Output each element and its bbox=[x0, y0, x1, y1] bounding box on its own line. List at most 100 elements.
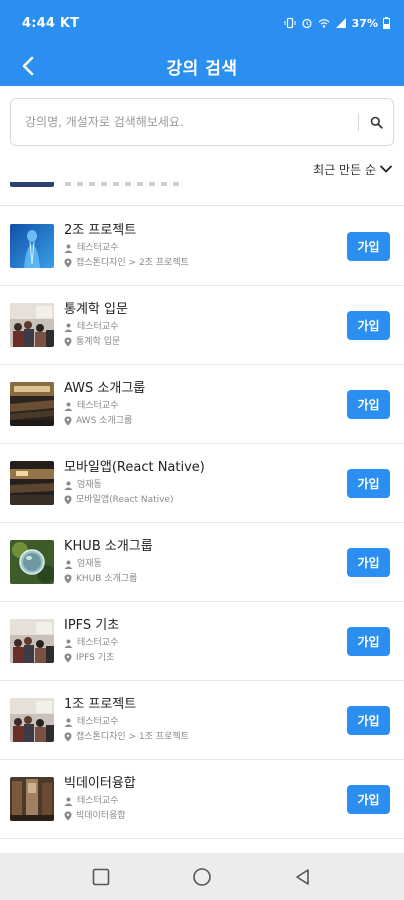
location-pin-icon bbox=[64, 653, 72, 663]
person-icon bbox=[64, 244, 73, 253]
battery-icon bbox=[383, 17, 390, 29]
back-nav-button[interactable] bbox=[288, 862, 318, 892]
course-path: 모바일앱(React Native) bbox=[76, 495, 174, 505]
course-owner-row: 엄재동 bbox=[64, 479, 334, 491]
join-button[interactable]: 가입 bbox=[347, 548, 390, 577]
join-button[interactable]: 가입 bbox=[347, 706, 390, 735]
course-thumbnail bbox=[10, 698, 54, 742]
location-pin-icon bbox=[64, 495, 72, 505]
course-path: 캡스톤디자인 > 1조 프로젝트 bbox=[76, 732, 189, 742]
person-icon bbox=[64, 639, 73, 648]
person-icon bbox=[64, 323, 73, 332]
location-pin-icon bbox=[64, 337, 72, 347]
course-thumbnail bbox=[10, 461, 54, 505]
course-path-row: 모바일앱(React Native) bbox=[64, 494, 334, 506]
person-icon bbox=[64, 481, 73, 490]
course-path: KHUB 소개그룹 bbox=[76, 574, 138, 584]
status-icons: 37% bbox=[284, 17, 390, 30]
course-path-row: IPFS 기초 bbox=[64, 652, 334, 664]
course-thumbnail bbox=[10, 303, 54, 347]
course-info: 모바일앱(React Native) 엄재동 모바일앱(React Native) bbox=[64, 459, 334, 506]
text-partial bbox=[65, 182, 185, 186]
person-icon bbox=[64, 402, 73, 411]
course-list: 2조 프로젝트 테스터교수 캡스톤디자인 > 2조 프로젝트 가입 통계학 입문 테스터교… bbox=[0, 207, 404, 839]
course-path: 통계학 입문 bbox=[76, 337, 121, 347]
join-button[interactable]: 가입 bbox=[347, 232, 390, 261]
course-owner-row: 테스터교수 bbox=[64, 716, 334, 728]
sort-dropdown[interactable]: 최근 만든 순 bbox=[313, 158, 392, 180]
location-pin-icon bbox=[64, 811, 72, 821]
search-bar bbox=[10, 98, 394, 146]
person-icon bbox=[64, 560, 73, 569]
wifi-icon bbox=[318, 19, 330, 28]
course-name: 1조 프로젝트 bbox=[64, 697, 137, 712]
home-circle-icon bbox=[193, 867, 211, 886]
home-button[interactable] bbox=[187, 862, 217, 892]
course-list-item[interactable]: IPFS 기초 테스터교수 IPFS 기초 가입 bbox=[0, 602, 404, 681]
course-list-item[interactable]: KHUB 소개그룹 엄재동 KHUB 소개그룹 가입 bbox=[0, 523, 404, 602]
join-button[interactable]: 가입 bbox=[347, 469, 390, 498]
course-owner: 테스터교수 bbox=[77, 638, 119, 648]
sort-label: 최근 만든 순 bbox=[313, 162, 376, 177]
course-info: 1조 프로젝트테스터교수캡스톤디자인 > 1조 프로젝트 bbox=[64, 696, 334, 743]
location-pin-icon bbox=[64, 258, 72, 268]
join-button[interactable]: 가입 bbox=[347, 785, 390, 814]
course-info: KHUB 소개그룹 엄재동 KHUB 소개그룹 bbox=[64, 538, 334, 585]
course-owner: 엄재동 bbox=[77, 559, 102, 569]
course-owner: 테스터교수 bbox=[77, 717, 119, 727]
course-owner: 테스터교수 bbox=[77, 796, 119, 806]
course-name: 2조 프로젝트 bbox=[64, 223, 137, 238]
course-info: 통계학 입문 테스터교수 통계학 입문 bbox=[64, 301, 334, 348]
course-info: 2조 프로젝트테스터교수캡스톤디자인 > 2조 프로젝트 bbox=[64, 222, 334, 269]
thumbnail-partial bbox=[10, 182, 54, 187]
course-owner-row: 테스터교수 bbox=[64, 637, 334, 649]
back-button[interactable] bbox=[14, 52, 42, 80]
app-bar: 강의 검색 bbox=[0, 46, 404, 86]
search-button[interactable] bbox=[359, 99, 393, 145]
course-list-item[interactable]: 통계학 입문 테스터교수 통계학 입문 가입 bbox=[0, 286, 404, 365]
alarm-icon bbox=[302, 18, 312, 29]
chevron-left-icon bbox=[22, 56, 34, 76]
status-bar: 4:44 KT 37% bbox=[0, 0, 404, 46]
course-name: 모바일앱(React Native) bbox=[64, 460, 205, 475]
course-path: IPFS 기초 bbox=[76, 653, 115, 663]
course-name: IPFS 기초 bbox=[64, 618, 120, 633]
course-thumbnail bbox=[10, 777, 54, 821]
course-owner-row: 엄재동 bbox=[64, 558, 334, 570]
course-path-row: 통계학 입문 bbox=[64, 336, 334, 348]
course-path-row: 캡스톤디자인 > 2조 프로젝트 bbox=[64, 257, 334, 269]
recents-button[interactable] bbox=[86, 862, 116, 892]
recents-square-icon bbox=[92, 868, 109, 885]
join-button[interactable]: 가입 bbox=[347, 627, 390, 656]
course-owner: 테스터교수 bbox=[77, 401, 119, 411]
course-list-item[interactable]: 빅데이터융합 테스터교수 빅데이터융합 가입 bbox=[0, 760, 404, 839]
course-owner: 테스터교수 bbox=[77, 243, 119, 253]
course-list-item[interactable]: 2조 프로젝트테스터교수캡스톤디자인 > 2조 프로젝트 가입 bbox=[0, 207, 404, 286]
course-name: 빅데이터융합 bbox=[64, 776, 136, 791]
course-path: 빅데이터융합 bbox=[76, 811, 126, 821]
course-path: AWS 소개그룹 bbox=[76, 416, 133, 426]
list-item-partial bbox=[0, 182, 404, 206]
course-thumbnail bbox=[10, 540, 54, 584]
course-owner-row: 테스터교수 bbox=[64, 242, 334, 254]
course-list-item[interactable]: AWS 소개그룹 테스터교수 AWS 소개그룹 가입 bbox=[0, 365, 404, 444]
course-thumbnail bbox=[10, 224, 54, 268]
course-owner-row: 테스터교수 bbox=[64, 795, 334, 807]
course-path-row: 캡스톤디자인 > 1조 프로젝트 bbox=[64, 731, 334, 743]
signal-icon bbox=[335, 18, 346, 28]
course-path-row: AWS 소개그룹 bbox=[64, 415, 334, 427]
system-nav-bar bbox=[0, 853, 404, 900]
join-button[interactable]: 가입 bbox=[347, 311, 390, 340]
vibrate-icon bbox=[284, 17, 296, 29]
status-time: 4:44 KT bbox=[22, 15, 80, 31]
course-info: AWS 소개그룹 테스터교수 AWS 소개그룹 bbox=[64, 380, 334, 427]
page-title: 강의 검색 bbox=[166, 58, 238, 79]
course-list-item[interactable]: 모바일앱(React Native) 엄재동 모바일앱(React Native) 가… bbox=[0, 444, 404, 523]
back-triangle-icon bbox=[296, 868, 310, 885]
course-list-item[interactable]: 1조 프로젝트테스터교수캡스톤디자인 > 1조 프로젝트 가입 bbox=[0, 681, 404, 760]
location-pin-icon bbox=[64, 416, 72, 426]
chevron-down-icon bbox=[380, 165, 392, 173]
join-button[interactable]: 가입 bbox=[347, 390, 390, 419]
search-input[interactable] bbox=[11, 99, 358, 145]
course-thumbnail bbox=[10, 382, 54, 426]
